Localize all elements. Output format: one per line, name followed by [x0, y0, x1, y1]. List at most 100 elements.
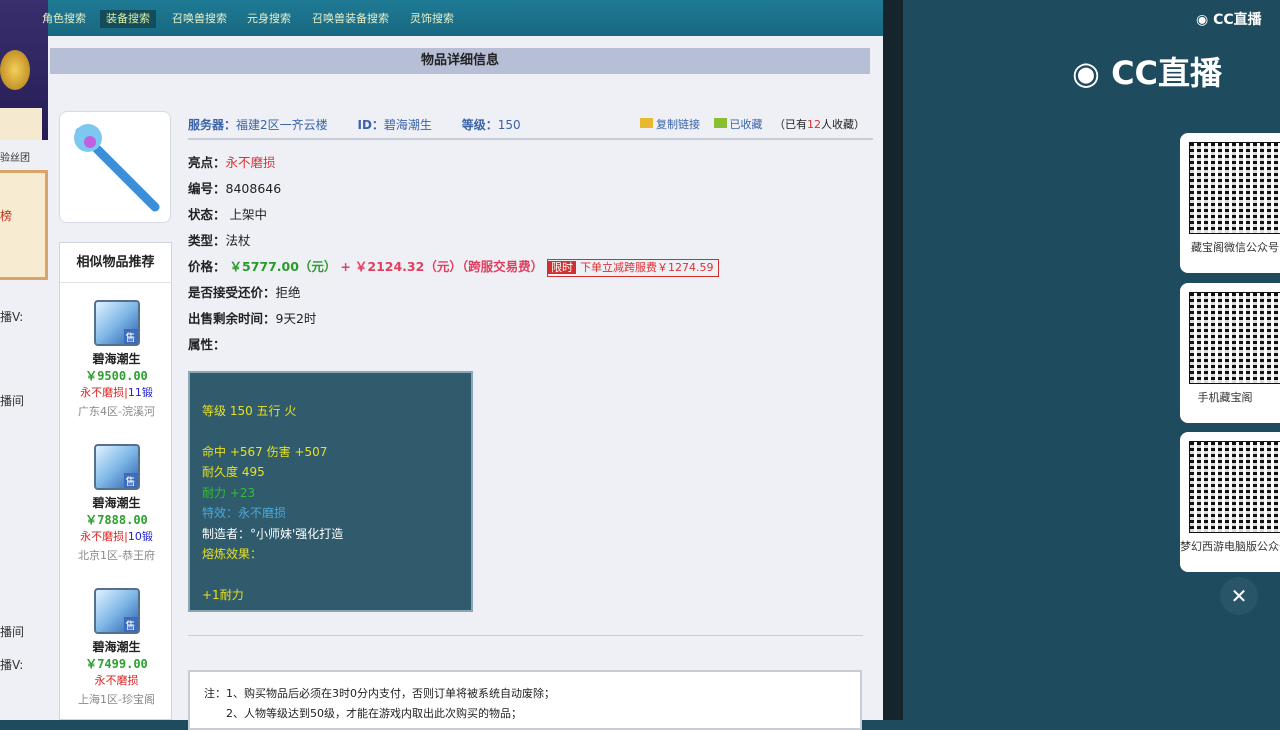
cc-mascot-icon: ◉ — [1072, 54, 1100, 92]
staff-icon: 售 — [94, 588, 140, 634]
recommend-item[interactable]: 售 碧海潮生 ￥7499.00 永不磨损 上海1区-珍宝阁 — [60, 588, 173, 707]
qr-label: 藏宝阁微信公众号 — [1180, 239, 1280, 255]
folder-icon — [714, 118, 727, 128]
price-label: 价格： — [188, 259, 226, 274]
attr-line: 制造者：°小师妹'强化打造 — [202, 524, 459, 545]
attr-line: 特效：永不磨损 — [202, 503, 459, 524]
window-gap — [883, 0, 903, 720]
attr-line: 等级 150 五行 火 — [202, 401, 459, 422]
logo-text: CC直播 — [1111, 54, 1222, 92]
item-server: 广东4区-浣溪河 — [60, 403, 173, 419]
promo-badge: 限时下单立减跨服费￥1274.59 — [547, 259, 719, 277]
cc-logo-small: ◉ CC直播 — [1196, 9, 1262, 29]
item-tag: 永不磨损 — [80, 530, 124, 543]
sale-badge: 售 — [124, 617, 138, 632]
level-value: 150 — [498, 118, 521, 132]
section-title: 物品详细信息 — [50, 48, 870, 74]
attr-line: 命中 +567 伤害 +507 — [202, 442, 459, 463]
staff-icon: 售 — [94, 300, 140, 346]
attr-line: 耐久度 495 — [202, 462, 459, 483]
cc-mascot-icon: ◉ — [1196, 12, 1208, 28]
item-tag: 永不磨损 — [80, 386, 124, 399]
note-line: 2、人物等级达到50级，才能在游戏内取出此次购买的物品； — [204, 704, 846, 724]
promo-tag: 限时 — [548, 261, 576, 274]
price-plus: + — [340, 259, 350, 274]
item-server: 北京1区-恭王府 — [60, 547, 173, 563]
item-name[interactable]: 碧海潮生 — [60, 494, 173, 511]
close-button[interactable]: ✕ — [1220, 577, 1258, 615]
item-detail-page: 角色搜索 装备搜索 召唤兽搜索 元身搜索 召唤兽装备搜索 灵饰搜索 物品详细信息… — [48, 0, 883, 720]
sale-badge: 售 — [124, 473, 138, 488]
qr-card: 藏宝阁微信公众号 — [1180, 133, 1280, 273]
qr-code-icon — [1190, 442, 1280, 532]
item-price: ￥9500.00 — [60, 367, 173, 384]
item-image — [59, 111, 171, 223]
folder-icon — [640, 118, 653, 128]
status-label: 状态： — [188, 207, 226, 222]
item-tag: 永不磨损 — [95, 674, 139, 687]
fav-count: 12 — [807, 118, 821, 131]
side-label: 验丝团 — [0, 149, 30, 164]
server-label: 服务器： — [188, 118, 236, 132]
sale-badge: 售 — [124, 329, 138, 344]
tab-avatar-search[interactable]: 元身搜索 — [241, 10, 297, 28]
time-value: 9天2时 — [276, 311, 317, 326]
attributes-box: 等级 150 五行 火 命中 +567 伤害 +507 耐久度 495 耐力 +… — [188, 371, 473, 612]
staff-icon: 售 — [94, 444, 140, 490]
qr-label: 梦幻西游电脑版公众号 — [1180, 538, 1280, 554]
item-forge: 10锻 — [128, 530, 153, 543]
status-value: 上架中 — [230, 207, 268, 222]
tab-equipment-search[interactable]: 装备搜索 — [100, 10, 156, 28]
attr-line: +1耐力 — [202, 585, 459, 606]
side-label: 播V: — [0, 656, 23, 673]
item-name[interactable]: 碧海潮生 — [60, 638, 173, 655]
side-label: 播V: — [0, 308, 23, 325]
search-nav: 角色搜索 装备搜索 召唤兽搜索 元身搜索 召唤兽装备搜索 灵饰搜索 — [48, 0, 883, 36]
bargain-value: 拒绝 — [276, 285, 301, 300]
number-label: 编号： — [188, 181, 226, 196]
copy-link-button[interactable]: 复制链接 — [640, 118, 700, 131]
attr-line: 耐力 +23 — [202, 483, 459, 504]
side-label: 播间 — [0, 392, 24, 409]
staff-icon — [60, 112, 171, 223]
item-header: 服务器：福建2区一齐云楼 ID：碧海潮生 等级：150 复制链接 已收藏 （已有… — [188, 110, 873, 140]
tab-ornament-search[interactable]: 灵饰搜索 — [404, 10, 460, 28]
left-stream-panel: 验丝团 榜 播V: 播间 播间 播V: — [0, 0, 48, 720]
favorite-label: 已收藏 — [730, 118, 763, 131]
tab-pet-equipment-search[interactable]: 召唤兽装备搜索 — [306, 10, 395, 28]
side-label: 播间 — [0, 623, 24, 640]
time-label: 出售剩余时间： — [188, 311, 276, 326]
qr-card: 梦幻西游电脑版公众号 — [1180, 432, 1280, 572]
copy-link-label: 复制链接 — [656, 118, 700, 131]
id-value: 碧海潮生 — [384, 118, 432, 132]
fav-count-post: 人收藏） — [821, 118, 865, 131]
item-name[interactable]: 碧海潮生 — [60, 350, 173, 367]
item-price: ￥7499.00 — [60, 655, 173, 672]
close-icon: ✕ — [1231, 584, 1248, 608]
price-value: ￥5777.00（元） — [230, 259, 337, 274]
highlight-label: 亮点： — [188, 155, 226, 170]
orb-image — [0, 50, 30, 90]
qr-card: 手机藏宝阁 — [1180, 283, 1280, 423]
type-value: 法杖 — [226, 233, 251, 248]
scroll-banner — [0, 170, 48, 280]
fav-count-pre: （已有 — [774, 118, 807, 131]
tab-pet-search[interactable]: 召唤兽搜索 — [166, 10, 233, 28]
qr-code-icon — [1190, 143, 1280, 233]
level-label: 等级： — [462, 118, 498, 132]
favorite-button[interactable]: 已收藏 — [714, 118, 763, 131]
recommend-item[interactable]: 售 碧海潮生 ￥9500.00 永不磨损|11锻 广东4区-浣溪河 — [60, 300, 173, 419]
item-price: ￥7888.00 — [60, 511, 173, 528]
item-server: 上海1区-珍宝阁 — [60, 691, 173, 707]
type-label: 类型： — [188, 233, 226, 248]
recommend-panel: 相似物品推荐 售 碧海潮生 ￥9500.00 永不磨损|11锻 广东4区-浣溪河… — [59, 242, 172, 720]
attr-line: 熔炼效果： — [202, 544, 459, 565]
cc-logo-big: ◉ CC直播 — [1072, 48, 1222, 94]
item-info: 服务器：福建2区一齐云楼 ID：碧海潮生 等级：150 复制链接 已收藏 （已有… — [188, 110, 873, 358]
recommend-item[interactable]: 售 碧海潮生 ￥7888.00 永不磨损|10锻 北京1区-恭王府 — [60, 444, 173, 563]
note-line: 注：1、购买物品后必须在3时0分内支付，否则订单将被系统自动废除； — [204, 684, 846, 704]
server-value: 福建2区一齐云楼 — [236, 118, 328, 132]
cross-server-fee: ￥2124.32（元）（跨服交易费） — [355, 259, 543, 274]
tab-role-search[interactable]: 角色搜索 — [36, 10, 92, 28]
divider — [188, 635, 863, 636]
